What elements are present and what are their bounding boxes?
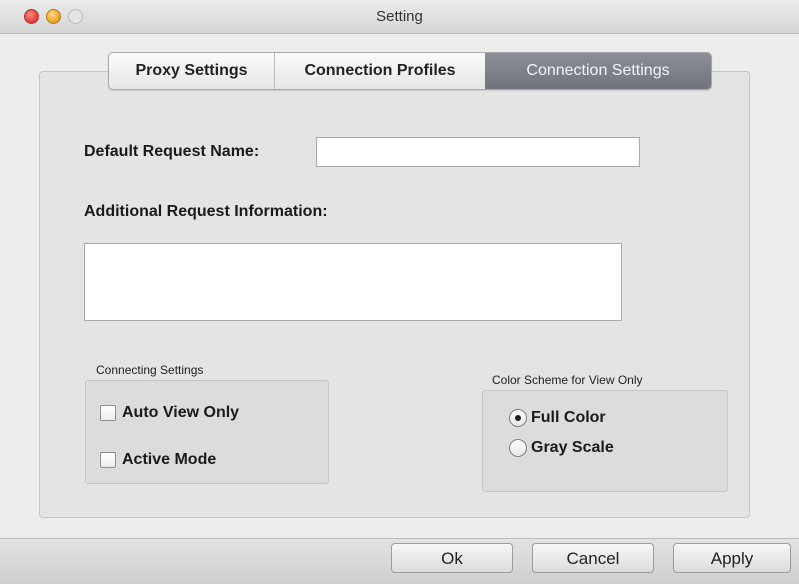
active-mode-checkbox[interactable] bbox=[100, 452, 116, 468]
tab-connection-settings[interactable]: Connection Settings bbox=[485, 53, 711, 89]
additional-request-info-label: Additional Request Information: bbox=[84, 203, 328, 220]
active-mode-label: Active Mode bbox=[122, 451, 217, 468]
gray-scale-option[interactable]: Gray Scale bbox=[509, 439, 614, 457]
ok-button[interactable]: Ok bbox=[391, 543, 513, 573]
full-color-label: Full Color bbox=[531, 409, 606, 426]
tab-proxy-settings[interactable]: Proxy Settings bbox=[109, 53, 275, 89]
cancel-button[interactable]: Cancel bbox=[532, 543, 654, 573]
window-title: Setting bbox=[376, 8, 423, 25]
tab-connection-profiles[interactable]: Connection Profiles bbox=[275, 53, 485, 89]
title-bar: Setting bbox=[0, 0, 799, 34]
auto-view-only-checkbox[interactable] bbox=[100, 405, 116, 421]
full-color-option[interactable]: Full Color bbox=[509, 409, 606, 427]
auto-view-only-label: Auto View Only bbox=[122, 404, 240, 421]
full-color-radio[interactable] bbox=[509, 409, 527, 427]
default-request-name-input[interactable] bbox=[316, 137, 640, 167]
gray-scale-radio[interactable] bbox=[509, 439, 527, 457]
tab-bar: Proxy Settings Connection Profiles Conne… bbox=[108, 52, 712, 90]
color-scheme-title: Color Scheme for View Only bbox=[492, 373, 643, 387]
active-mode-option[interactable]: Active Mode bbox=[100, 451, 216, 469]
auto-view-only-option[interactable]: Auto View Only bbox=[100, 404, 239, 422]
additional-request-info-textarea[interactable] bbox=[84, 243, 622, 321]
apply-button[interactable]: Apply bbox=[673, 543, 791, 573]
gray-scale-label: Gray Scale bbox=[531, 439, 614, 456]
connecting-settings-title: Connecting Settings bbox=[96, 363, 204, 377]
default-request-name-label: Default Request Name: bbox=[84, 143, 260, 160]
